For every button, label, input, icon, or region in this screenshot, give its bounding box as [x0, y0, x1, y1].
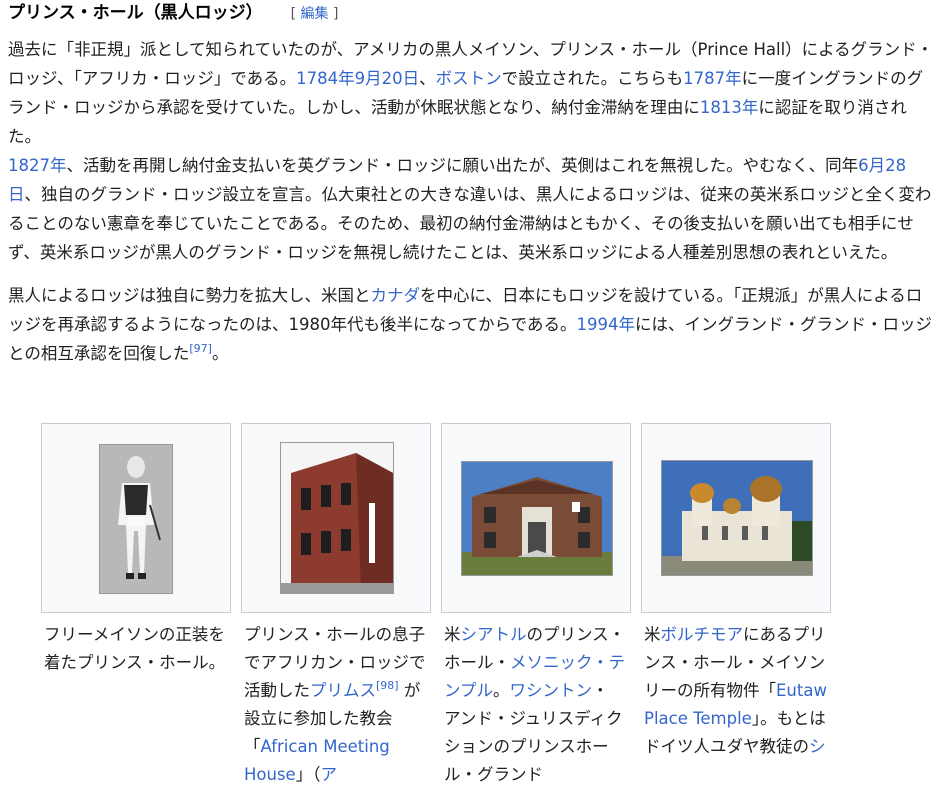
text-run: 」（ — [295, 765, 321, 784]
gallery-caption-2: プリンス・ホールの息子でアフリカン・ロッジで活動したプリムス[98] が設立に参… — [244, 621, 430, 789]
wiki-link[interactable]: ワシントン — [510, 681, 593, 700]
text-run: 。 — [211, 344, 229, 363]
text-run: 、 — [419, 69, 436, 88]
gallery-frame-3[interactable] — [441, 423, 631, 613]
edit-section: [ 編集 ] — [290, 6, 339, 22]
section-heading: プリンス・ホール（黒人ロッジ） [ 編集 ] — [8, 0, 938, 30]
wiki-link[interactable]: 1994年 — [577, 315, 636, 334]
gallery-caption-3: 米シアトルのプリンス・ホール・メソニック・テンプル。ワシントン・ アンド・ジュリ… — [444, 621, 630, 789]
text-run: 米 — [444, 625, 461, 644]
domed-temple-image[interactable] — [661, 460, 813, 576]
wiki-link[interactable]: ボストン — [436, 69, 502, 88]
paragraph-history: 過去に「非正規」派として知られていたのが、アメリカの黒人メイソン、プリンス・ホー… — [8, 35, 938, 267]
gallery-caption-4: 米ボルチモアにあるプリンス・ホール・メイソンリーの所有物件「Eutaw Plac… — [644, 621, 830, 761]
text-run: フリーメイソンの正装を着たプリンス・ホール。 — [44, 625, 226, 672]
text-run: 黒人によるロッジは独自に勢力を拡大し、米国と — [8, 286, 371, 305]
masonic-temple-image[interactable] — [461, 461, 613, 576]
text-run: で設立された。こちらも — [501, 69, 684, 88]
wiki-link[interactable]: 1784年 — [296, 69, 355, 88]
text-run: 、活動を再開し納付金支払いを英グランド・ロッジに願い出たが、英側はこれを無視した… — [66, 156, 859, 175]
text-run: 。 — [493, 681, 510, 700]
gallery-caption-1: フリーメイソンの正装を着たプリンス・ホール。 — [44, 621, 230, 677]
edit-link[interactable]: 編集 — [301, 6, 329, 22]
wiki-link[interactable]: カナダ — [371, 286, 421, 305]
wiki-link[interactable]: 1787年 — [683, 69, 742, 88]
text-run: 、独自のグランド・ロッジ設立を宣言。仏大東社との大きな違いは、黒人によるロッジは… — [8, 185, 932, 262]
reference-link[interactable]: [97] — [189, 342, 212, 355]
wiki-link[interactable]: ボルチモア — [661, 625, 744, 644]
paragraph-recognition: 黒人によるロッジは独自に勢力を拡大し、米国とカナダを中心に、日本にもロッジを設け… — [8, 281, 938, 368]
wiki-link[interactable]: ア — [320, 765, 337, 784]
wiki-link[interactable]: 9月20日 — [355, 69, 420, 88]
wiki-link[interactable]: シアトル — [461, 625, 527, 644]
gallery-frame-2[interactable] — [241, 423, 431, 613]
reference-link[interactable]: [98] — [376, 679, 399, 692]
portrait-image[interactable] — [99, 444, 173, 594]
gallery-frame-4[interactable] — [641, 423, 831, 613]
text-run: 米 — [644, 625, 661, 644]
wiki-link[interactable]: プリムス — [310, 681, 376, 700]
brick-church-image[interactable] — [280, 442, 394, 594]
wiki-link[interactable]: 1827年 — [8, 156, 67, 175]
section-title: プリンス・ホール（黒人ロッジ） — [8, 3, 263, 23]
gallery-frame-1[interactable] — [41, 423, 231, 613]
wiki-link[interactable]: シ — [809, 737, 826, 756]
wiki-link[interactable]: 1813年 — [700, 98, 759, 117]
